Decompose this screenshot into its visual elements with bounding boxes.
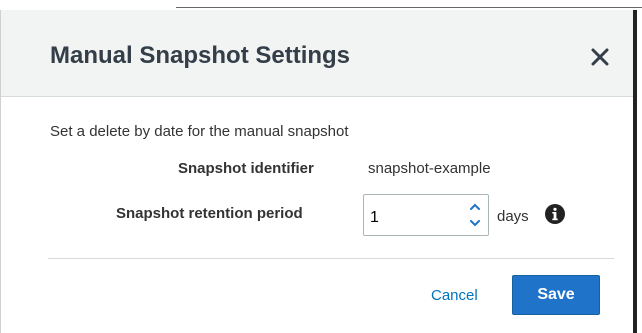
save-button[interactable]: Save bbox=[512, 275, 600, 315]
decrement-button[interactable] bbox=[464, 215, 486, 232]
increment-button[interactable] bbox=[464, 198, 486, 215]
dialog-intro-text: Set a delete by date for the manual snap… bbox=[50, 123, 349, 140]
footer-divider bbox=[48, 258, 614, 259]
cancel-button[interactable]: Cancel bbox=[431, 287, 478, 304]
close-icon bbox=[591, 48, 609, 66]
dialog-title: Manual Snapshot Settings bbox=[50, 42, 351, 69]
info-icon[interactable] bbox=[544, 203, 566, 225]
background-window-edge bbox=[0, 0, 642, 10]
retention-period-stepper bbox=[363, 194, 489, 236]
retention-period-input[interactable] bbox=[364, 195, 458, 235]
snapshot-retention-label: Snapshot retention period bbox=[116, 205, 303, 222]
manual-snapshot-settings-dialog: Manual Snapshot Settings Set a delete by… bbox=[0, 10, 637, 333]
retention-unit-label: days bbox=[497, 208, 529, 225]
chevron-down-icon bbox=[470, 220, 480, 227]
page: Manual Snapshot Settings Set a delete by… bbox=[0, 0, 642, 333]
dialog-header: Manual Snapshot Settings bbox=[1, 10, 633, 97]
background-divider bbox=[176, 7, 642, 8]
chevron-up-icon bbox=[470, 203, 480, 210]
close-button[interactable] bbox=[585, 42, 615, 72]
snapshot-identifier-label: Snapshot identifier bbox=[178, 160, 314, 177]
snapshot-identifier-value: snapshot-example bbox=[368, 160, 491, 177]
stepper-controls bbox=[464, 198, 486, 232]
